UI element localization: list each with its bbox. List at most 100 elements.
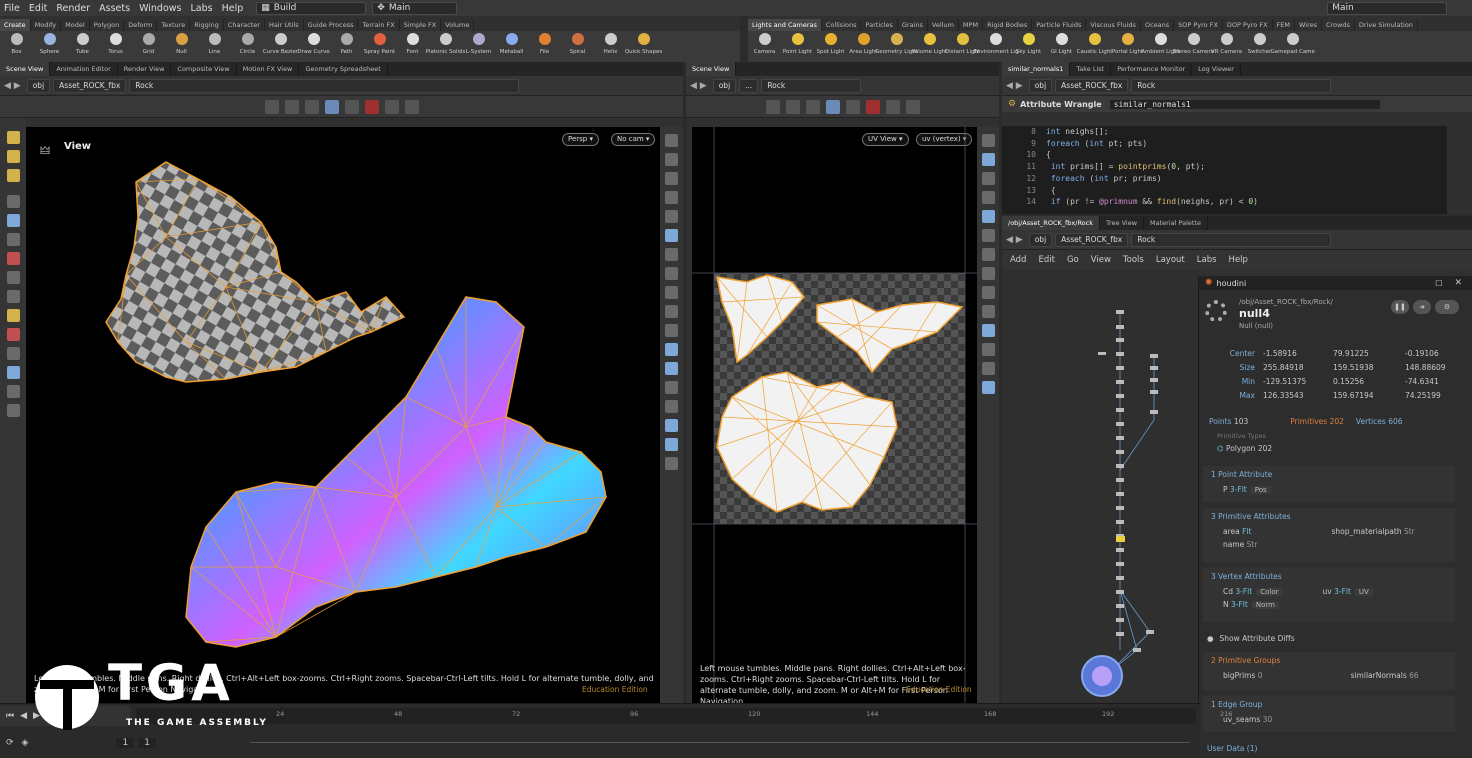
range-bar[interactable] <box>250 742 1190 743</box>
shelf-tab-sop-pyro-fx[interactable]: SOP Pyro FX <box>1174 19 1223 31</box>
shelf-tab-modify[interactable]: Modify <box>31 19 62 31</box>
uv-display-icon-9[interactable] <box>981 286 995 299</box>
shelf-tab-model[interactable]: Model <box>61 19 90 31</box>
step-back-icon[interactable]: ◀ <box>20 711 27 721</box>
shelf-tab-collisions[interactable]: Collisions <box>822 19 862 31</box>
edge-group-header[interactable]: 1 Edge Group <box>1211 700 1455 709</box>
shelf-tab-simple-fx[interactable]: Simple FX <box>400 19 442 31</box>
net-menu-edit[interactable]: Edit <box>1038 255 1054 265</box>
shelf-tab-create[interactable]: Create <box>0 19 31 31</box>
shelf-tool-metaball[interactable]: Metaball <box>495 31 528 55</box>
uv-back-icon[interactable]: ◀ ▶ <box>690 81 707 91</box>
wrangle-name-field[interactable]: similar_normals1 <box>1109 99 1380 109</box>
net-back-icon[interactable]: ◀ ▶ <box>1006 235 1023 245</box>
pane-tab-geometry-spreadsheet[interactable]: Geometry Spreadsheet <box>299 62 388 76</box>
shelf-tool-camera[interactable]: Camera <box>748 31 781 55</box>
net-menu-labs[interactable]: Labs <box>1197 255 1217 265</box>
rotate-tool-icon[interactable] <box>304 99 319 114</box>
uv-camera-icon[interactable] <box>905 99 920 114</box>
shelf-tool-environment-light[interactable]: Environment Light <box>974 31 1018 55</box>
start-frame-field[interactable]: 1 <box>116 738 135 748</box>
uv-display-icon-11[interactable] <box>981 324 995 337</box>
shelf-tool-platonic-solids[interactable]: Platonic Solids <box>426 31 465 55</box>
shelf-tool-helix[interactable]: Helix <box>594 31 627 55</box>
shelf-tool-vr-camera[interactable]: VR Camera <box>1210 31 1243 55</box>
menu-assets[interactable]: Assets <box>99 3 130 14</box>
select-tool-icon[interactable] <box>264 99 279 114</box>
wr-path-rock[interactable]: Rock <box>1131 78 1332 93</box>
net-menu-help[interactable]: Help <box>1229 255 1248 265</box>
shelf-tool-spot-light[interactable]: Spot Light <box>814 31 847 55</box>
display-icon-1[interactable] <box>665 134 678 147</box>
shelf-tool-volume-light[interactable]: Volume Light <box>912 31 947 55</box>
magnet-icon[interactable] <box>6 328 20 341</box>
shelf-tool-file[interactable]: File <box>528 31 561 55</box>
bone-icon[interactable] <box>6 271 20 284</box>
uv-display-icon-1[interactable] <box>981 134 995 147</box>
net-menu-view[interactable]: View <box>1091 255 1111 265</box>
shelf-tab-crowds[interactable]: Crowds <box>1322 19 1355 31</box>
display-icon-11[interactable] <box>665 324 678 337</box>
shelf-tool-sphere[interactable]: Sphere <box>33 31 66 55</box>
pane-tab-take-list[interactable]: Take List <box>1070 62 1112 76</box>
pane-tab-tree-view[interactable]: Tree View <box>1100 216 1145 230</box>
shelf-tool-null[interactable]: Null <box>165 31 198 55</box>
menu-windows[interactable]: Windows <box>139 3 181 14</box>
prim-groups-header[interactable]: 2 Primitive Groups <box>1211 656 1455 665</box>
shelf-tab-mpm[interactable]: MPM <box>959 19 984 31</box>
net-menu-add[interactable]: Add <box>1010 255 1026 265</box>
shelf-tool-line[interactable]: Line <box>198 31 231 55</box>
shelf-tool-stereo-camera[interactable]: Stereo Camera <box>1173 31 1214 55</box>
close-icon[interactable]: ✕ <box>1454 278 1462 288</box>
shelf-tab-character[interactable]: Character <box>224 19 265 31</box>
display-icon-3[interactable] <box>665 172 678 185</box>
pane-tab-scene-view[interactable]: Scene View <box>0 62 51 76</box>
uv-stop-icon[interactable] <box>865 99 880 114</box>
uv-snap-icon[interactable] <box>845 99 860 114</box>
wr-back-icon[interactable]: ◀ ▶ <box>1006 81 1023 91</box>
sphere-icon[interactable] <box>6 366 20 379</box>
shelf-tool-draw-curve[interactable]: Draw Curve <box>297 31 330 55</box>
net-menu-layout[interactable]: Layout <box>1156 255 1185 265</box>
shelf-tab-fem[interactable]: FEM <box>1273 19 1296 31</box>
wr-path-obj[interactable]: obj <box>1028 78 1053 93</box>
pane-tab-similar-normals1[interactable]: similar_normals1 <box>1002 62 1071 76</box>
uv-display-icon-14[interactable] <box>981 381 995 394</box>
display-icon-5[interactable] <box>665 210 678 223</box>
loop-icon[interactable]: ⟳ <box>6 738 14 748</box>
handle-icon[interactable] <box>6 131 20 144</box>
path-asset[interactable]: Asset_ROCK_fbx <box>53 78 127 93</box>
show-diffs-row[interactable]: ● Show Attribute Diffs <box>1207 634 1295 643</box>
shelf-tab-drive-simulation[interactable]: Drive Simulation <box>1355 19 1418 31</box>
shelf-tool-sky-light[interactable]: Sky Light <box>1012 31 1045 55</box>
shelf-tab-oceans[interactable]: Oceans <box>1141 19 1175 31</box>
shelf-tool-gamepad-camera[interactable]: Gamepad Camera <box>1271 31 1315 55</box>
view-icon[interactable] <box>384 99 399 114</box>
pane-tab-render-view[interactable]: Render View <box>118 62 172 76</box>
pane-tab-material-palette[interactable]: Material Palette <box>1144 216 1209 230</box>
uv-display-icon-5[interactable] <box>981 210 995 223</box>
shelf-tool-point-light[interactable]: Point Light <box>781 31 814 55</box>
drop-icon[interactable] <box>6 233 20 246</box>
uv-display-icon-4[interactable] <box>981 191 995 204</box>
pane-tab-scene-view[interactable]: Scene View <box>686 62 737 76</box>
display-icon-8[interactable] <box>665 267 678 280</box>
uv-display-icon-8[interactable] <box>981 267 995 280</box>
main-dropdown[interactable]: ✥ Main <box>372 1 458 15</box>
cup-icon[interactable] <box>6 404 20 417</box>
pose-icon[interactable] <box>6 169 20 182</box>
left-viewport[interactable]: 🜲 View Persp ▾ No cam ▾ Left mouse tumbl… <box>26 127 660 703</box>
record-icon[interactable] <box>6 252 20 265</box>
uv-display-icon-12[interactable] <box>981 343 995 356</box>
shelf-tab-particle-fluids[interactable]: Particle Fluids <box>1032 19 1087 31</box>
shelf-tab-viscous-fluids[interactable]: Viscous Fluids <box>1086 19 1141 31</box>
shelf-tool-spray-paint[interactable]: Spray Paint <box>363 31 396 55</box>
pane-tab-animation-editor[interactable]: Animation Editor <box>50 62 118 76</box>
display-icon-14[interactable] <box>665 381 678 394</box>
uv-display-icon-6[interactable] <box>981 229 995 242</box>
shelf-tab-terrain-fx[interactable]: Terrain FX <box>358 19 400 31</box>
shelf-tab-rigging[interactable]: Rigging <box>190 19 224 31</box>
shelf-tab-wires[interactable]: Wires <box>1295 19 1323 31</box>
node-graph[interactable] <box>1002 270 1198 755</box>
pane-tab-motion-fx-view[interactable]: Motion FX View <box>237 62 300 76</box>
